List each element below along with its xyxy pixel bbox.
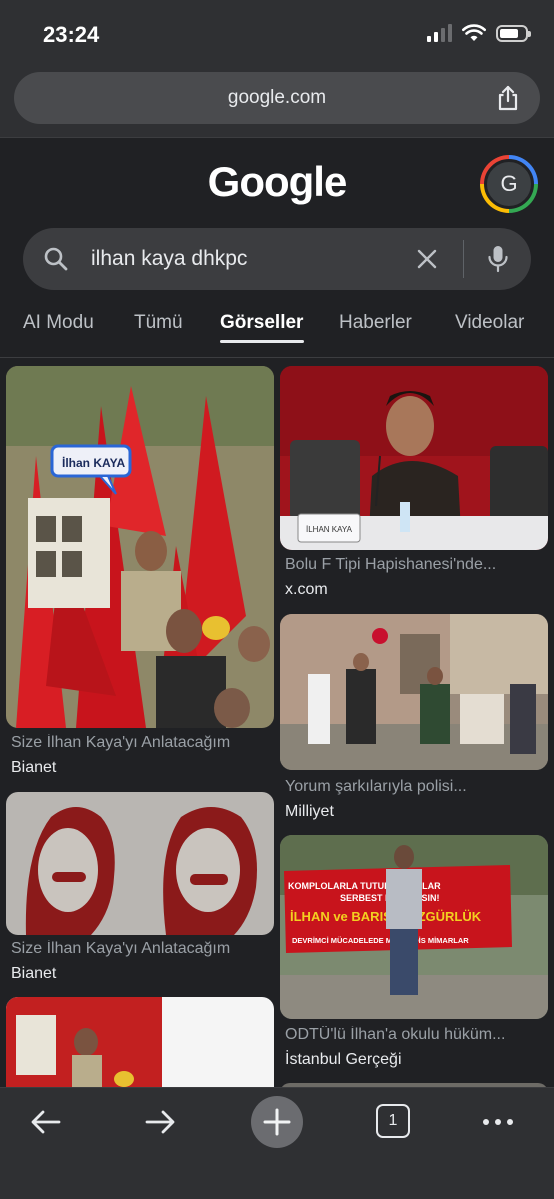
clear-icon[interactable] — [415, 247, 439, 271]
result-source[interactable]: Milliyet — [285, 803, 334, 821]
result-image[interactable] — [6, 792, 274, 935]
wifi-icon — [462, 24, 486, 41]
browser-toolbar: 1 — [0, 1087, 554, 1199]
cellular-signal-icon — [427, 24, 452, 42]
stencil-photo — [6, 792, 274, 935]
result-caption[interactable]: Size İlhan Kaya'yı Anlatacağım — [11, 940, 273, 958]
result-caption[interactable]: ODTÜ'lü İlhan'a okulu hüküm... — [285, 1026, 547, 1044]
plus-icon — [263, 1108, 291, 1136]
battery-icon — [496, 24, 531, 42]
new-tab-button[interactable] — [251, 1096, 303, 1148]
address-bar[interactable]: google.com — [14, 72, 540, 124]
status-time: 23:24 — [43, 22, 100, 47]
banner-line-3: İLHAN ve BARIŞ'A ÖZGÜRLÜK — [290, 909, 482, 924]
rally-photo-thumbnail — [6, 997, 274, 1087]
avatar-letter: G — [484, 159, 534, 209]
google-logo[interactable]: Google — [0, 158, 554, 206]
more-menu-icon[interactable] — [478, 1102, 518, 1142]
search-divider — [463, 240, 464, 278]
result-image[interactable] — [280, 614, 548, 770]
image-results-grid: İlhan KAYA Size İlhan Kaya'yı Anlatacağı… — [0, 359, 554, 1087]
banner-protest-photo: KOMPLOLARLA TUTUKLANANLAR SERBEST BIRAKI… — [280, 835, 548, 1019]
tab-news[interactable]: Haberler — [339, 312, 412, 334]
rally-photo: İlhan KAYA — [6, 366, 274, 728]
result-image[interactable] — [6, 997, 274, 1087]
microphone-icon[interactable] — [485, 244, 511, 274]
tab-videos[interactable]: Videolar — [455, 312, 524, 334]
active-tab-indicator — [220, 340, 304, 343]
nameplate-label: İLHAN KAYA — [306, 525, 353, 534]
result-source[interactable]: x.com — [285, 581, 328, 599]
tab-ai-mode[interactable]: AI Modu — [23, 312, 94, 334]
result-image[interactable]: İlhan KAYA — [6, 366, 274, 728]
result-source[interactable]: Bianet — [11, 965, 56, 983]
search-input[interactable]: ilhan kaya dhkpc — [91, 247, 247, 271]
banner-line-4: DEVRİMCİ MÜCADELEDE MÜHENDİS MİMARLAR — [292, 936, 469, 945]
photo-label: İlhan KAYA — [62, 455, 125, 470]
result-image[interactable]: KOMPLOLARLA TUTUKLANANLAR SERBEST BIRAKI… — [280, 835, 548, 1019]
search-tabs: AI Modu Tümü Görseller Haberler Videolar — [0, 296, 554, 358]
url-text: google.com — [227, 87, 327, 108]
result-caption[interactable]: Yorum şarkılarıyla polisi... — [285, 778, 547, 796]
browser-chrome: 23:24 google.com — [0, 0, 554, 138]
result-caption[interactable]: Size İlhan Kaya'yı Anlatacağım — [11, 734, 273, 752]
forward-arrow-icon[interactable] — [140, 1102, 180, 1142]
result-source[interactable]: Bianet — [11, 759, 56, 777]
panel-photo: İLHAN KAYA — [280, 366, 548, 550]
share-icon[interactable] — [494, 84, 522, 112]
street-photo — [280, 614, 548, 770]
tab-images[interactable]: Görseller — [220, 312, 303, 334]
tab-switcher-button[interactable]: 1 — [376, 1104, 410, 1138]
result-caption[interactable]: Bolu F Tipi Hapishanesi'nde... — [285, 556, 547, 574]
result-image[interactable]: İLHAN KAYA — [280, 366, 548, 550]
search-box[interactable]: ilhan kaya dhkpc — [23, 228, 531, 290]
status-icons — [427, 24, 531, 42]
tab-all[interactable]: Tümü — [134, 312, 183, 334]
back-arrow-icon[interactable] — [26, 1102, 66, 1142]
account-avatar[interactable]: G — [480, 155, 538, 213]
search-icon — [44, 247, 68, 271]
result-source[interactable]: İstanbul Gerçeği — [285, 1051, 402, 1069]
